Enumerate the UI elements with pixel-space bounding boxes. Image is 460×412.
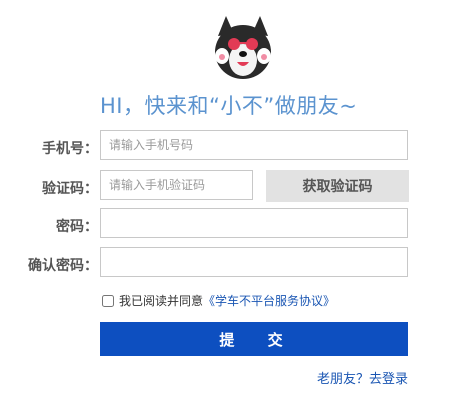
password-label: 密码： [56, 219, 98, 235]
agreement-text: 我已阅读并同意 [119, 294, 204, 308]
phone-label: 手机号： [42, 141, 98, 157]
verification-code-input[interactable] [100, 170, 253, 200]
code-label: 验证码： [42, 181, 98, 197]
phone-input[interactable] [100, 130, 408, 160]
password-row: 密码： [0, 208, 460, 242]
login-link[interactable]: 老朋友？去登录 [317, 368, 408, 387]
password-input[interactable] [100, 208, 408, 238]
confirm-password-input[interactable] [100, 247, 408, 277]
agreement-checkbox[interactable] [102, 294, 114, 307]
agreement-row: 我已阅读并同意 《学车不平台服务协议》 [100, 292, 335, 309]
phone-row: 手机号： [0, 130, 460, 164]
confirm-password-label: 确认密码： [28, 258, 98, 274]
submit-button[interactable]: 提 交 [100, 322, 408, 356]
page-headline: HI，快来和“小不”做朋友~ [100, 94, 358, 118]
confirm-password-row: 确认密码： [0, 247, 460, 281]
get-code-button[interactable]: 获取验证码 [266, 170, 409, 202]
dog-avatar-icon [212, 14, 274, 80]
agreement-link[interactable]: 《学车不平台服务协议》 [203, 292, 335, 309]
code-row: 验证码： 获取验证码 [0, 170, 460, 204]
